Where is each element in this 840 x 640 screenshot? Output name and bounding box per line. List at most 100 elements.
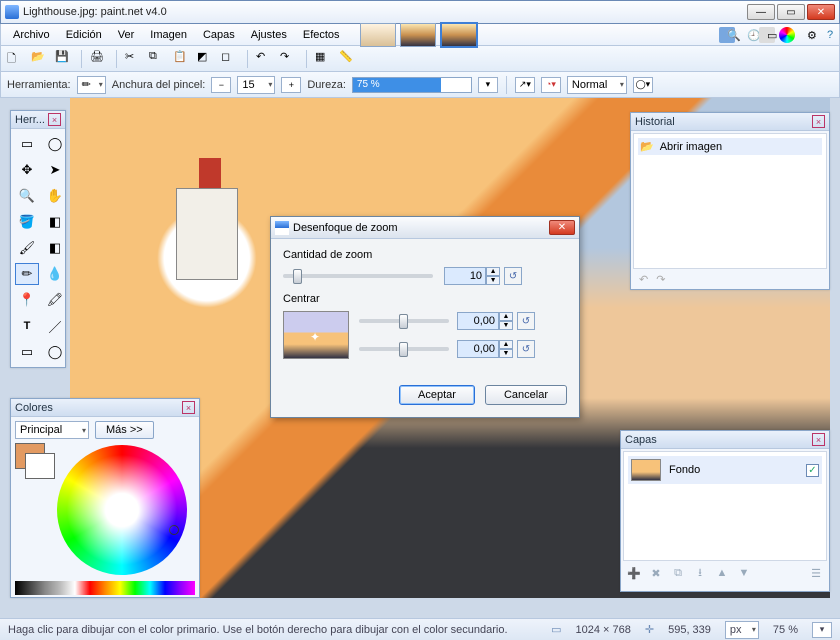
tool-eraser[interactable]: ◧	[43, 237, 67, 259]
layer-duplicate-icon[interactable]: ⧉	[671, 566, 685, 580]
tool-line[interactable]: ／	[43, 315, 67, 337]
tool-colorpicker[interactable]: 💧	[43, 263, 67, 285]
menu-edicion[interactable]: Edición	[58, 27, 110, 43]
layer-delete-icon[interactable]: ✖	[649, 566, 663, 580]
center-y-input[interactable]	[457, 340, 499, 358]
spinner-up-icon[interactable]: ▲	[499, 340, 513, 349]
layer-visible-checkbox[interactable]: ✓	[806, 464, 819, 477]
history-item[interactable]: 📂 Abrir imagen	[638, 138, 822, 155]
layer-up-icon[interactable]: ▲	[715, 566, 729, 580]
ruler-icon[interactable]: 📏	[339, 50, 357, 68]
spinner-down-icon[interactable]: ▼	[499, 321, 513, 330]
help-icon[interactable]: ?	[819, 27, 835, 43]
spinner-down-icon[interactable]: ▼	[499, 349, 513, 358]
center-preview[interactable]	[283, 311, 349, 359]
close-button[interactable]: ✕	[807, 4, 835, 20]
panel-close-icon[interactable]: ×	[812, 433, 825, 446]
open-image-thumb-active[interactable]	[440, 22, 478, 48]
layer-add-icon[interactable]: ➕	[627, 566, 641, 580]
dialog-cancel-button[interactable]: Cancelar	[485, 385, 567, 405]
zoom-amount-slider[interactable]	[283, 274, 433, 278]
width-minus-button[interactable]: −	[211, 77, 231, 93]
layer-merge-icon[interactable]: ⭳	[693, 566, 707, 580]
tool-move-selected[interactable]: ➤	[43, 159, 67, 181]
reset-value-icon[interactable]: ↺	[504, 267, 522, 285]
maximize-button[interactable]: ▭	[777, 4, 805, 20]
layer-down-icon[interactable]: ▼	[737, 566, 751, 580]
antialias-dropdown[interactable]: ◔▾	[541, 77, 561, 93]
colors-window-icon[interactable]	[779, 27, 795, 43]
panel-close-icon[interactable]: ×	[48, 113, 61, 126]
color-mode-dropdown[interactable]: Principal	[15, 421, 89, 439]
center-y-slider[interactable]	[359, 347, 449, 351]
colors-more-button[interactable]: Más >>	[95, 421, 154, 439]
print-icon[interactable]: 🖨	[90, 50, 108, 68]
copy-icon[interactable]: ⧉	[149, 50, 167, 68]
history-undo-icon[interactable]: ↶	[639, 273, 648, 286]
tool-recolor[interactable]: 🖍	[43, 289, 67, 311]
reset-value-icon[interactable]: ↺	[517, 312, 535, 330]
reset-value-icon[interactable]: ↺	[517, 340, 535, 358]
brush-width-value[interactable]: 15	[237, 76, 275, 94]
tool-clone[interactable]: 📍	[15, 289, 39, 311]
menu-ver[interactable]: Ver	[110, 27, 143, 43]
alpha-dropdown[interactable]: ◯▾	[633, 77, 653, 93]
history-window-icon[interactable]: 🕘	[739, 27, 755, 43]
redo-icon[interactable]: ↷	[280, 50, 298, 68]
undo-icon[interactable]: ↶	[256, 50, 274, 68]
spinner-up-icon[interactable]: ▲	[499, 312, 513, 321]
center-x-input[interactable]	[457, 312, 499, 330]
dialog-close-button[interactable]: ✕	[549, 220, 575, 235]
layers-window-icon[interactable]: ▭	[759, 27, 775, 43]
tool-text[interactable]: T	[15, 315, 39, 337]
panel-close-icon[interactable]: ×	[812, 115, 825, 128]
menu-imagen[interactable]: Imagen	[142, 27, 195, 43]
tool-fill[interactable]: 🪣	[15, 211, 39, 233]
tool-shapes[interactable]: ◯	[43, 341, 67, 363]
deselect-icon[interactable]: ◻	[221, 50, 239, 68]
minimize-button[interactable]: —	[747, 4, 775, 20]
menu-capas[interactable]: Capas	[195, 27, 243, 43]
layer-properties-icon[interactable]: ☰	[809, 566, 823, 580]
paste-icon[interactable]: 📋	[173, 50, 191, 68]
zoom-dropdown[interactable]: ▾	[812, 622, 832, 638]
tool-rect[interactable]: ▭	[15, 341, 39, 363]
spinner-up-icon[interactable]: ▲	[486, 267, 500, 276]
save-icon[interactable]: 💾	[55, 50, 73, 68]
menu-efectos[interactable]: Efectos	[295, 27, 348, 43]
tool-pencil[interactable]: ✏	[15, 263, 39, 285]
secondary-color-swatch[interactable]	[25, 453, 55, 479]
menu-ajustes[interactable]: Ajustes	[243, 27, 295, 43]
color-wheel[interactable]	[57, 445, 187, 575]
tool-lasso-select[interactable]: ◯	[43, 133, 67, 155]
dialog-ok-button[interactable]: Aceptar	[399, 385, 475, 405]
open-image-thumb[interactable]	[360, 23, 396, 47]
width-plus-button[interactable]: +	[281, 77, 301, 93]
zoom-amount-input[interactable]	[444, 267, 486, 285]
center-x-slider[interactable]	[359, 319, 449, 323]
crop-icon[interactable]: ◩	[197, 50, 215, 68]
open-file-icon[interactable]: 📂	[31, 50, 49, 68]
status-unit-dropdown[interactable]: px	[725, 621, 759, 639]
history-redo-icon[interactable]: ↷	[656, 273, 665, 286]
grid-icon[interactable]: ▦	[315, 50, 333, 68]
color-wheel-cursor[interactable]	[169, 525, 179, 535]
blend-mode-dropdown[interactable]: Normal	[567, 76, 627, 94]
open-image-thumb[interactable]	[400, 23, 436, 47]
hardness-slider[interactable]: 75 %	[352, 77, 472, 93]
tool-pan[interactable]: ✋	[43, 185, 67, 207]
hardness-dropdown[interactable]: ▾	[478, 77, 498, 93]
tool-rect-select[interactable]: ▭	[15, 133, 39, 155]
tool-gradient[interactable]: ◧	[43, 211, 67, 233]
layer-row[interactable]: Fondo ✓	[628, 456, 822, 484]
fill-style-dropdown[interactable]: ↗▾	[515, 77, 535, 93]
tool-dropdown[interactable]: ✏	[77, 76, 106, 94]
tool-zoom[interactable]: 🔍	[15, 185, 39, 207]
tools-window-icon[interactable]: 🔍	[719, 27, 735, 43]
color-palette-strip[interactable]	[15, 581, 195, 595]
menu-archivo[interactable]: Archivo	[5, 27, 58, 43]
new-file-icon[interactable]: 🗋	[7, 50, 25, 68]
cut-icon[interactable]: ✂	[125, 50, 143, 68]
tool-brush[interactable]: 🖌	[15, 237, 39, 259]
panel-close-icon[interactable]: ×	[182, 401, 195, 414]
